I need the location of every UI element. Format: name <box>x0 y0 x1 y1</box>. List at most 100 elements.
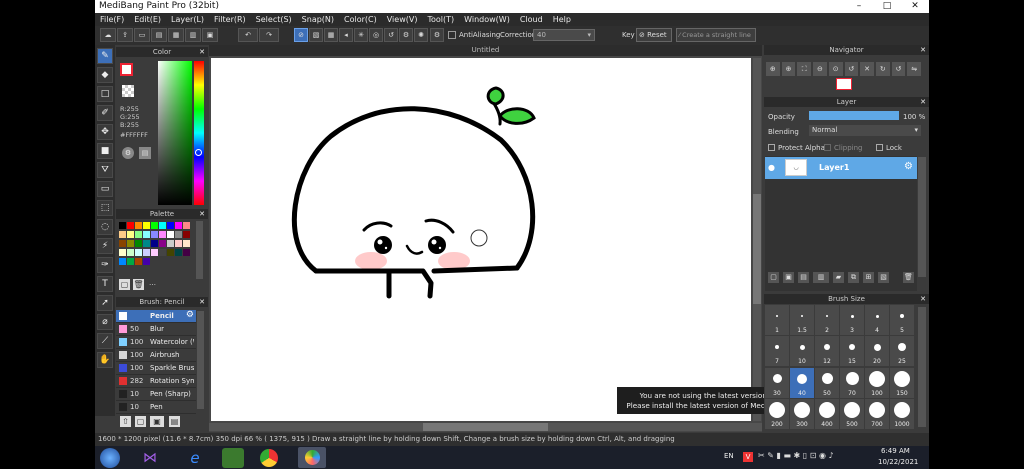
brush-size-cell[interactable]: 20 <box>865 336 889 367</box>
menu-snap[interactable]: Snap(N) <box>297 13 339 26</box>
brush-settings-icon[interactable]: ⚙ <box>186 310 194 320</box>
menu-layer[interactable]: Layer(L) <box>166 13 209 26</box>
brush-size-cell[interactable]: 4 <box>865 305 889 335</box>
brush-list-item[interactable]: 100 Watercolor (W <box>116 336 196 349</box>
palette-swatch[interactable] <box>135 240 142 247</box>
snap-circle-icon[interactable]: ◎ <box>369 28 383 42</box>
brush-size-cell[interactable]: 25 <box>890 336 914 367</box>
clipping-checkbox[interactable] <box>824 144 831 151</box>
operation-tool-icon[interactable]: ➚ <box>97 295 113 311</box>
close-icon[interactable]: ✕ <box>199 297 205 307</box>
palette-swatch[interactable] <box>175 240 182 247</box>
brush-list-item[interactable]: 10 Pen (Sharp) <box>116 388 196 401</box>
brush-size-cell[interactable]: 70 <box>840 367 864 398</box>
horizontal-scroll-thumb[interactable] <box>423 423 548 431</box>
saturation-value-field[interactable] <box>158 61 192 205</box>
new-halftone-layer-icon[interactable]: ▣ <box>783 272 794 283</box>
zoom-out-icon[interactable]: ⊖ <box>813 62 827 76</box>
palette-swatch[interactable] <box>159 231 166 238</box>
tray-icons[interactable]: ✂ ✎ ▮ ▬ ✱ ▯ ⊡ ◉ ♪ <box>758 451 834 460</box>
rotate-right-icon[interactable]: ↻ <box>875 62 890 76</box>
palette-swatch[interactable] <box>119 222 126 229</box>
palette-swatch[interactable] <box>127 249 134 256</box>
vertical-scrollbar[interactable] <box>753 58 761 421</box>
vertical-scroll-thumb[interactable] <box>753 194 761 304</box>
upload-icon[interactable]: ⇧ <box>120 416 131 427</box>
brush-tool-icon[interactable]: ✎ <box>97 48 113 64</box>
blending-select[interactable]: Normal ▾ <box>809 125 921 136</box>
palette-swatch[interactable] <box>175 249 182 256</box>
palette-swatch[interactable] <box>167 249 174 256</box>
chrome-icon[interactable] <box>260 449 278 467</box>
zoom-in-icon[interactable]: ⊕ <box>766 62 780 76</box>
palette-swatch[interactable] <box>167 231 174 238</box>
trash-icon[interactable]: 🗑 <box>133 279 144 290</box>
palette-swatch[interactable] <box>175 231 182 238</box>
eye-icon[interactable]: ● <box>768 163 775 172</box>
palette-swatch[interactable] <box>159 249 166 256</box>
brush-size-cell[interactable]: 30 <box>765 367 789 398</box>
undo-icon[interactable]: ↶ <box>238 28 258 42</box>
palette-swatch[interactable] <box>119 231 126 238</box>
brush-size-cell[interactable]: 1000 <box>890 398 914 429</box>
layer-add-menu-icon[interactable]: ▥ <box>813 272 829 283</box>
color-mode-icon[interactable]: ▤ <box>139 147 151 159</box>
close-icon[interactable]: ✕ <box>920 45 926 55</box>
palette-swatch[interactable] <box>143 231 150 238</box>
brush-list-item[interactable]: 282 Rotation Sym <box>116 375 196 388</box>
magic-wand-icon[interactable]: ⚡ <box>97 238 113 254</box>
tray-v-icon[interactable]: V <box>743 452 753 462</box>
brush-size-cell[interactable]: 3 <box>840 305 864 335</box>
select-tool-icon[interactable]: ⬚ <box>97 200 113 216</box>
more-button[interactable]: … <box>149 279 156 287</box>
merge-layer-icon[interactable]: ⊞ <box>863 272 874 283</box>
palette-swatch[interactable] <box>151 240 158 247</box>
antialiasing-checkbox[interactable] <box>448 31 456 39</box>
brush-scrollbar[interactable] <box>197 311 204 409</box>
brush-size-cell[interactable]: 700 <box>865 398 889 429</box>
palette-swatch[interactable] <box>167 240 174 247</box>
close-icon[interactable]: ✕ <box>920 97 926 107</box>
palette-swatch[interactable] <box>143 222 150 229</box>
palette-settings-icon[interactable]: ⚙ <box>122 147 134 159</box>
palette-swatch[interactable] <box>127 258 134 265</box>
new-brush-icon[interactable]: ▢ <box>135 416 146 427</box>
new-8bit-layer-icon[interactable]: ▤ <box>798 272 809 283</box>
palette-scrollbar[interactable] <box>196 221 203 279</box>
lasso-tool-icon[interactable]: ◌ <box>97 219 113 235</box>
palette-swatch[interactable] <box>135 222 142 229</box>
close-icon[interactable]: ✕ <box>920 294 926 304</box>
brush-size-cell[interactable]: 5 <box>890 305 914 335</box>
medibang-taskbar-icon[interactable] <box>222 448 244 468</box>
palette-swatch[interactable] <box>159 240 166 247</box>
fit-icon[interactable]: ⛶ <box>797 62 812 76</box>
mirror-icon[interactable]: ⇋ <box>907 62 922 76</box>
eyedropper-icon[interactable]: ⌀ <box>97 314 113 330</box>
palette-swatch[interactable] <box>183 231 190 238</box>
brush-size-cell[interactable]: 50 <box>815 367 839 398</box>
hue-handle[interactable] <box>195 149 202 156</box>
zoom-in-2-icon[interactable]: ⊕ <box>781 62 796 76</box>
menu-filter[interactable]: Filter(R) <box>209 13 251 26</box>
delete-layer-icon[interactable]: 🗑 <box>903 272 914 283</box>
menu-select[interactable]: Select(S) <box>251 13 297 26</box>
brush-size-cell[interactable]: 100 <box>865 367 889 398</box>
reset-view-icon[interactable]: ↺ <box>891 62 906 76</box>
correction-select[interactable]: 40 ▾ <box>533 29 595 41</box>
menu-tool[interactable]: Tool(T) <box>422 13 459 26</box>
brush-list-item[interactable]: Pencil ⚙ <box>116 310 196 323</box>
brush-size-scrollbar[interactable] <box>918 307 926 427</box>
shape-tool-icon[interactable]: ■ <box>97 143 113 159</box>
straight-line-button[interactable]: ⁄ Create a straight line <box>676 28 756 42</box>
page-icon[interactable]: ▣ <box>202 28 218 42</box>
brush-add-icon[interactable]: ▣ <box>150 416 164 427</box>
eraser-tool-icon[interactable]: ◆ <box>97 67 113 83</box>
clock-time[interactable]: 6:49 AM <box>881 447 910 455</box>
brush-size-cell[interactable]: 500 <box>840 398 864 429</box>
palette-swatch[interactable] <box>135 258 142 265</box>
select-pen2-icon[interactable]: ✑ <box>97 257 113 273</box>
navigator-preview[interactable] <box>836 78 852 90</box>
close-icon[interactable]: ✕ <box>199 209 205 219</box>
menu-color[interactable]: Color(C) <box>339 13 382 26</box>
palette-swatch[interactable] <box>151 231 158 238</box>
